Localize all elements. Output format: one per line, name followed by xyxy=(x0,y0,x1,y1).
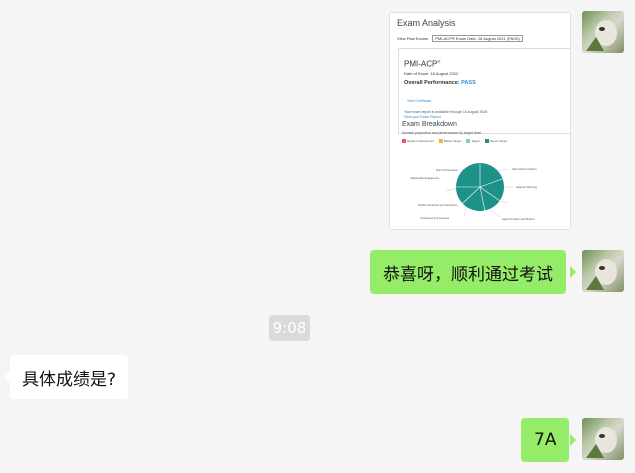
screenshot-title: Exam Analysis xyxy=(397,18,456,28)
timestamp: 9:08 xyxy=(269,315,310,341)
overall-performance: Overall Performance: PASS xyxy=(404,80,476,86)
message-text: 具体成绩是? xyxy=(22,369,117,390)
pie-label: Value-Driven Delivery xyxy=(512,167,538,171)
legend-item: Below Target xyxy=(439,139,461,144)
avatar[interactable] xyxy=(582,250,624,292)
breakdown-subtitle: Domain proportion and performance by tar… xyxy=(402,131,481,135)
legend-item: Needs Improvement xyxy=(402,139,434,144)
report-note: Your exam report is available through 16… xyxy=(404,110,488,114)
pie-label: Continuous Improvement xyxy=(420,216,449,220)
filter-label: View Past Exams xyxy=(397,36,429,41)
exam-date: Date of Exam: 16 August 2022 xyxy=(404,71,459,76)
message-text: 7A xyxy=(534,430,557,450)
avatar[interactable] xyxy=(582,11,624,53)
view-certificate-link: View Certificate xyxy=(407,99,432,103)
breakdown-title: Exam Breakdown xyxy=(402,121,457,128)
message-text: 恭喜呀，顺利通过考试 xyxy=(383,264,553,285)
pie-label: Team Performance xyxy=(436,168,458,172)
avatar[interactable] xyxy=(582,418,624,460)
filter-select: PMI-ACP® Exam Date: 16 August 2021 (PASS… xyxy=(432,35,523,42)
legend: Needs Improvement Below Target Target Ab… xyxy=(402,139,507,144)
pie-label: Problem Detection and Resolution xyxy=(418,203,458,207)
certification-name: PMI-ACP® xyxy=(404,59,441,69)
message-bubble-received[interactable]: 具体成绩是? xyxy=(10,355,129,399)
legend-item: Target xyxy=(466,139,480,144)
report-link: View your Exam Report xyxy=(404,115,441,119)
message-bubble-sent[interactable]: 恭喜呀，顺利通过考试 xyxy=(370,250,566,294)
exam-screenshot-image[interactable]: Exam Analysis View Past Exams PMI-ACP® E… xyxy=(389,12,571,230)
pie-label: Agile Principles and Mindset xyxy=(502,217,535,221)
pie-label: Stakeholder Engagement xyxy=(410,176,440,180)
pass-status: PASS xyxy=(461,80,476,86)
domain-pie-chart: Team Performance Stakeholder Engagement … xyxy=(410,163,538,221)
bubble-tail xyxy=(570,434,576,446)
bubble-tail xyxy=(570,266,576,278)
screenshot-filter: View Past Exams PMI-ACP® Exam Date: 16 A… xyxy=(397,35,523,42)
pie-label: Adaptive Planning xyxy=(516,185,537,189)
legend-item: Above Target xyxy=(484,139,507,144)
message-bubble-sent[interactable]: 7A xyxy=(521,418,570,462)
